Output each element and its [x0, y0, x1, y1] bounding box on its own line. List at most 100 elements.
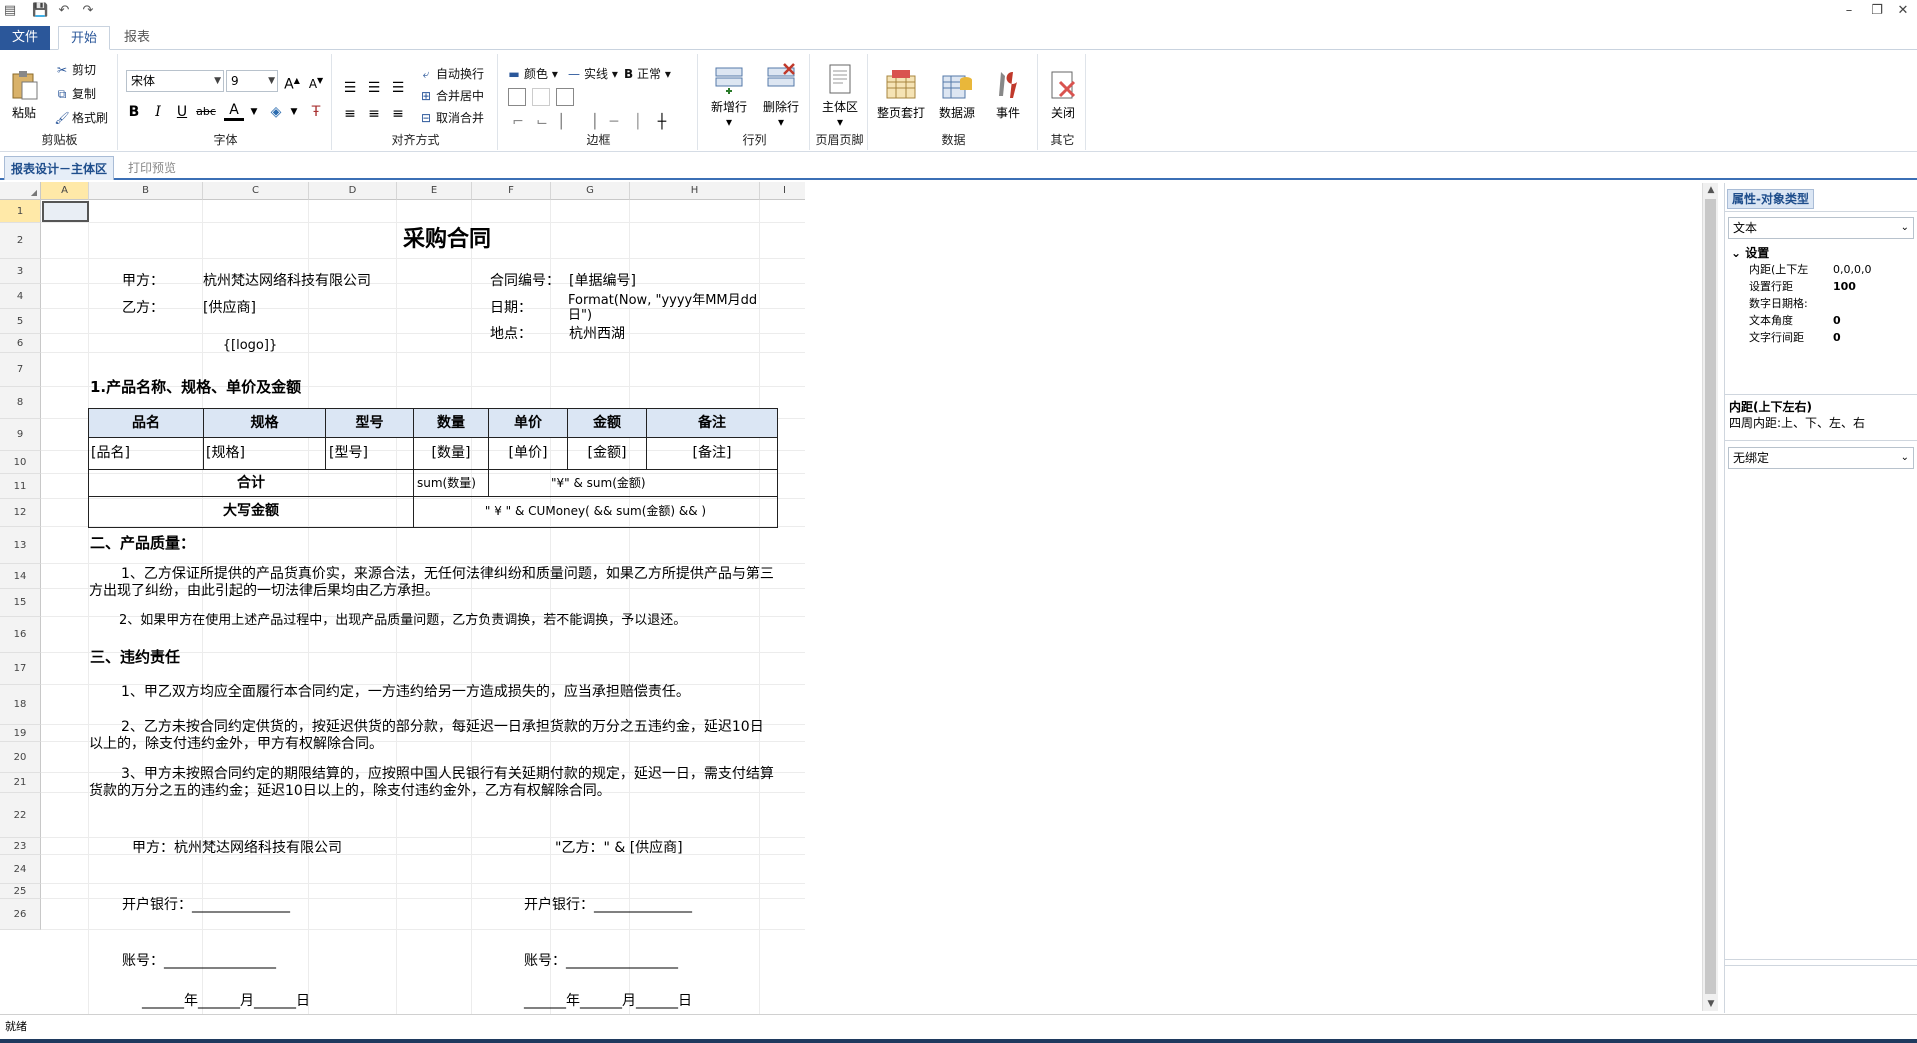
align-top-right-icon[interactable]: ☰: [388, 78, 408, 98]
column-header[interactable]: F: [472, 182, 551, 200]
border-vertical-icon[interactable]: │: [628, 112, 648, 132]
border-right-icon[interactable]: ▕: [580, 112, 600, 132]
column-header[interactable]: H: [630, 182, 760, 200]
line-style-button[interactable]: — 实线 ▾: [566, 66, 618, 82]
clear-format-icon[interactable]: Ŧ: [306, 102, 326, 122]
row-header[interactable]: 26: [0, 899, 41, 930]
row-header[interactable]: 22: [0, 793, 41, 838]
align-top-center-icon[interactable]: ☰: [364, 78, 384, 98]
border-color-button[interactable]: ▬ 颜色 ▾: [506, 66, 558, 82]
border-cross-icon[interactable]: ┼: [652, 112, 672, 132]
report-sheet[interactable]: ◢ ABCDEFGHI 1 2 3 4 5 6 7 8 9 10 11 12 13 14 15 16 17 18 1…: [0, 182, 805, 1014]
tab-start[interactable]: 开始: [58, 26, 110, 50]
save-icon[interactable]: 💾: [32, 3, 48, 19]
font-size-select[interactable]: 9 ▼: [226, 70, 278, 92]
property-row[interactable]: 设置行距 100: [1749, 280, 1856, 294]
row-header[interactable]: 12: [0, 499, 41, 527]
row-header[interactable]: 11: [0, 474, 41, 499]
property-row[interactable]: 文本角度 0: [1749, 314, 1841, 328]
restore-icon[interactable]: ❐: [1866, 2, 1888, 20]
delete-row-button[interactable]: 删除行 ▾: [758, 62, 804, 129]
row-header[interactable]: 5: [0, 309, 41, 334]
outer-borders-icon[interactable]: [556, 88, 574, 106]
datasource-button[interactable]: 数据源: [932, 68, 982, 121]
align-center-icon[interactable]: ≡: [364, 104, 384, 124]
tab-file[interactable]: 文件: [0, 26, 50, 50]
row-header[interactable]: 16: [0, 617, 41, 653]
row-header[interactable]: 23: [0, 838, 41, 855]
unmerge-button[interactable]: ⊟ 取消合并: [418, 110, 484, 126]
strikethrough-button[interactable]: abc: [196, 102, 216, 122]
row-header[interactable]: 10: [0, 451, 41, 474]
row-header[interactable]: 25: [0, 884, 41, 899]
tab-report-design[interactable]: 报表设计－主体区: [4, 156, 115, 180]
close-window-icon[interactable]: ✕: [1892, 2, 1914, 20]
row-header[interactable]: 2: [0, 223, 41, 259]
row-header[interactable]: 4: [0, 284, 41, 309]
row-header[interactable]: 9: [0, 419, 41, 451]
row-header[interactable]: 6: [0, 334, 41, 353]
row-header[interactable]: 15: [0, 589, 41, 617]
merge-center-button[interactable]: ⊞ 合并居中: [418, 88, 484, 104]
row-header[interactable]: 14: [0, 564, 41, 589]
vertical-scrollbar[interactable]: ▲ ▼: [1702, 183, 1718, 1011]
increase-font-button[interactable]: A▲: [282, 71, 302, 95]
row-header[interactable]: 20: [0, 742, 41, 773]
border-left-icon[interactable]: ▏: [556, 112, 576, 132]
scroll-thumb[interactable]: [1705, 199, 1716, 994]
scroll-up-icon[interactable]: ▲: [1703, 183, 1719, 197]
row-header[interactable]: 24: [0, 855, 41, 884]
settings-group-toggle[interactable]: ⌄ 设置: [1731, 246, 1769, 260]
row-header[interactable]: 18: [0, 685, 41, 725]
border-top-icon[interactable]: ⌐: [508, 112, 528, 132]
column-header[interactable]: B: [89, 182, 203, 200]
font-color-button[interactable]: A: [224, 102, 244, 121]
align-left-icon[interactable]: ≡: [340, 104, 360, 124]
main-area-button[interactable]: 主体区 ▾: [816, 62, 864, 129]
tab-print-preview[interactable]: 打印预览: [122, 156, 182, 180]
row-header[interactable]: 19: [0, 725, 41, 742]
scroll-down-icon[interactable]: ▼: [1703, 997, 1719, 1011]
add-row-button[interactable]: 新增行 ▾: [706, 62, 752, 129]
minimize-icon[interactable]: –: [1838, 2, 1860, 20]
row-header[interactable]: 7: [0, 353, 41, 387]
paste-button[interactable]: 粘贴: [6, 68, 42, 121]
property-row[interactable]: 文字行间距 0: [1749, 331, 1841, 345]
all-borders-icon[interactable]: [508, 88, 526, 106]
italic-button[interactable]: I: [148, 102, 168, 122]
binding-select[interactable]: 无绑定 ⌄: [1728, 447, 1914, 469]
column-header[interactable]: E: [397, 182, 472, 200]
event-button[interactable]: 事件: [986, 68, 1030, 121]
property-row[interactable]: 内距(上下左 0,0,0,0: [1749, 263, 1871, 277]
close-button[interactable]: 关闭: [1044, 68, 1082, 121]
bold-button[interactable]: B: [124, 102, 144, 122]
column-header[interactable]: D: [309, 182, 397, 200]
inner-borders-icon[interactable]: [532, 88, 550, 106]
select-all-corner[interactable]: ◢: [0, 182, 41, 200]
selected-cell[interactable]: [42, 201, 89, 222]
column-header[interactable]: A: [41, 182, 89, 200]
property-row[interactable]: 数字日期格:: [1749, 297, 1808, 311]
page-template-button[interactable]: 整页套打: [874, 68, 928, 121]
tab-report[interactable]: 报表: [114, 26, 160, 50]
row-header[interactable]: 21: [0, 773, 41, 793]
underline-button[interactable]: U: [172, 102, 192, 122]
fill-color-icon[interactable]: ◈: [266, 102, 286, 122]
row-header[interactable]: 8: [0, 387, 41, 419]
chevron-down-icon[interactable]: ▼: [244, 102, 264, 122]
object-type-select[interactable]: 文本 ⌄: [1728, 217, 1914, 239]
row-header[interactable]: 1: [0, 200, 41, 223]
wrap-text-button[interactable]: ⤶ 自动换行: [418, 66, 484, 82]
align-right-icon[interactable]: ≡: [388, 104, 408, 124]
border-horizontal-icon[interactable]: ─: [604, 112, 624, 132]
row-header[interactable]: 13: [0, 527, 41, 564]
align-top-left-icon[interactable]: ☰: [340, 78, 360, 98]
cut-button[interactable]: ✂ 剪切: [54, 62, 96, 78]
line-weight-button[interactable]: B 正常 ▾: [624, 66, 671, 82]
column-header[interactable]: I: [760, 182, 805, 200]
chevron-down-icon[interactable]: ▼: [284, 102, 304, 122]
font-name-select[interactable]: 宋体 ▼: [126, 70, 224, 92]
column-header[interactable]: G: [551, 182, 630, 200]
row-header[interactable]: 17: [0, 653, 41, 685]
decrease-font-button[interactable]: A▼: [306, 71, 326, 94]
